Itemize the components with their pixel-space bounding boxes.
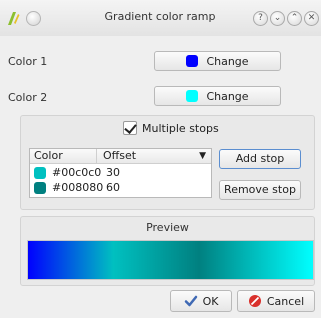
maximize-icon[interactable]: ⌃: [287, 11, 302, 26]
color1-change-label: Change: [206, 54, 249, 68]
color2-change-button[interactable]: Change: [154, 86, 281, 106]
close-icon[interactable]: ✕: [304, 11, 319, 26]
ok-button[interactable]: OK: [170, 290, 232, 312]
minimize-icon[interactable]: ⌄: [270, 11, 285, 26]
window-title: Gradient color ramp: [104, 10, 216, 23]
gradient-preview: [27, 240, 314, 280]
stop-color-swatch: [34, 182, 46, 194]
remove-stop-button[interactable]: Remove stop: [219, 180, 301, 200]
column-header-offset-label: Offset: [103, 149, 137, 162]
color1-change-button[interactable]: Change: [154, 51, 281, 71]
multiple-stops-checkbox[interactable]: [123, 121, 137, 135]
color2-label: Color 2: [8, 91, 48, 104]
stop-color-swatch: [34, 167, 46, 179]
checkmark-icon: [184, 295, 197, 307]
color1-label: Color 1: [8, 55, 48, 68]
app-icon: [8, 12, 20, 25]
multiple-stops-label: Multiple stops: [142, 121, 219, 135]
preview-title: Preview: [146, 221, 189, 234]
cancel-button[interactable]: Cancel: [237, 290, 315, 312]
window-menu-button[interactable]: [26, 11, 41, 26]
chevron-down-icon: ▼: [199, 151, 206, 161]
stop-color-value: #008080: [52, 181, 104, 194]
color2-swatch: [186, 90, 199, 102]
cancel-label: Cancel: [266, 294, 305, 308]
stops-table[interactable]: Color Offset ▼ #00c0c0 30 #008080 60: [29, 148, 212, 198]
stop-offset-value: 60: [106, 181, 120, 194]
color1-swatch: [186, 55, 199, 67]
ok-label: OK: [202, 294, 219, 308]
title-bar: Gradient color ramp ? ⌄ ⌃ ✕: [0, 0, 321, 36]
stop-color-value: #00c0c0: [52, 166, 102, 179]
cancel-icon: [248, 295, 261, 307]
help-icon[interactable]: ?: [253, 11, 268, 26]
add-stop-button[interactable]: Add stop: [219, 149, 301, 169]
column-header-offset[interactable]: Offset ▼: [97, 149, 211, 164]
color2-change-label: Change: [206, 89, 249, 103]
stop-offset-value: 30: [106, 166, 120, 179]
column-header-color[interactable]: Color: [30, 149, 97, 164]
multiple-stops-toggle[interactable]: Multiple stops: [123, 120, 219, 136]
